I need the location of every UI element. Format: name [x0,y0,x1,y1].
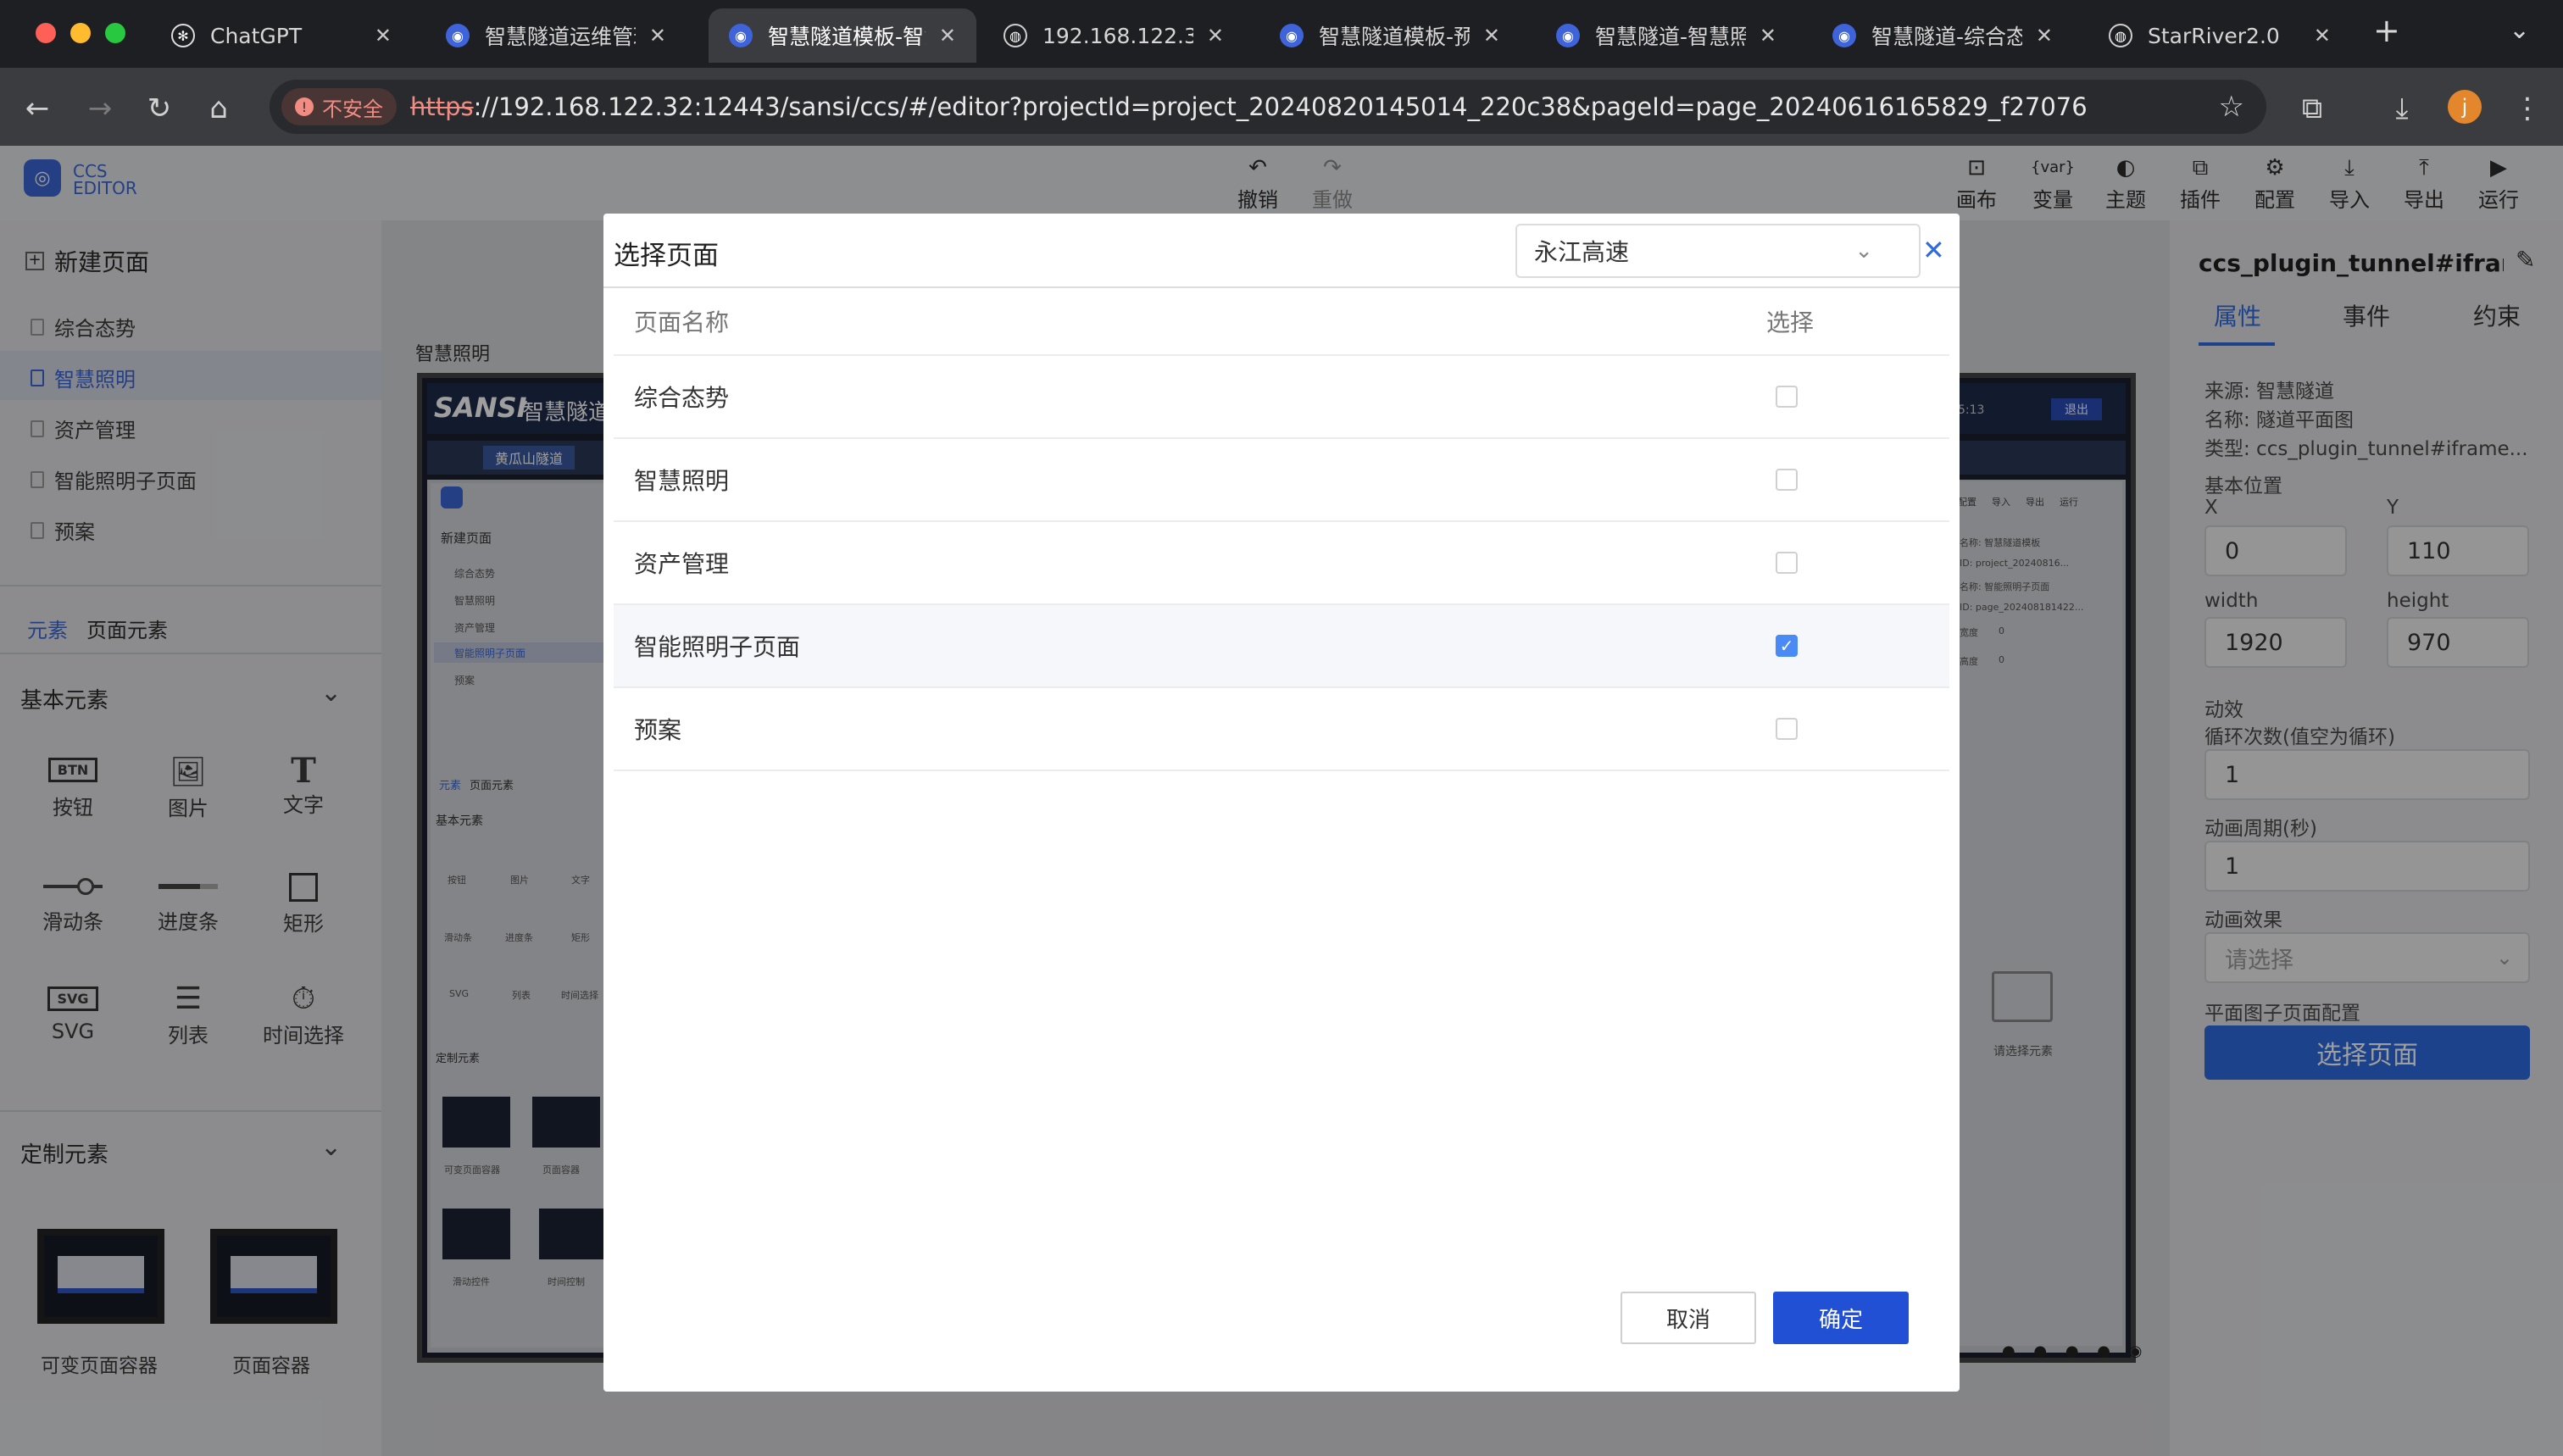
row-page-name: 智慧照明 [634,467,730,495]
tab-close-icon[interactable]: ✕ [939,24,956,47]
browser-menu-icon[interactable]: ⋮ [2509,90,2546,127]
home-icon[interactable]: ⌂ [200,90,237,127]
browser-tab-lighting[interactable]: ◉ 智慧隧道-智慧照明 ✕ [1536,8,1797,63]
app-icon: ◉ [729,24,753,47]
tab-title: 192.168.122.32 [1042,23,1193,48]
project-select[interactable]: 永江高速 ⌄ [1515,224,1921,278]
browser-tab-plan[interactable]: ◉ 智慧隧道模板-预案 ✕ [1259,8,1521,63]
dialog-title: 选择页面 [614,241,719,271]
tab-close-icon[interactable]: ✕ [375,24,392,47]
table-row-selected[interactable]: 智能照明子页面 ✓ [614,605,1949,688]
tab-close-icon[interactable]: ✕ [2036,24,2053,47]
browser-tab-chatgpt[interactable]: ✻ ChatGPT ✕ [151,8,412,63]
browser-tab-starriver[interactable]: ◍ StarRiver2.0 ✕ [2088,8,2351,63]
new-tab-button[interactable]: + [2373,12,2400,49]
table-row[interactable]: 预案 [614,688,1949,771]
confirm-button[interactable]: 确定 [1773,1292,1909,1344]
browser-tab-overview[interactable]: ◉ 智慧隧道-综合态势 ✕ [1812,8,2073,63]
chevron-down-icon: ⌄ [1854,238,1873,264]
row-checkbox[interactable] [1776,718,1798,740]
address-bar[interactable]: ! 不安全 https://192.168.122.32:12443/sansi… [270,80,2266,134]
warning-icon: ! [295,97,314,116]
tab-close-icon[interactable]: ✕ [649,24,666,47]
app-icon: ◉ [1556,24,1580,47]
openai-icon: ✻ [171,24,195,47]
row-page-name: 智能照明子页面 [634,633,801,661]
app-icon: ◉ [1280,24,1304,47]
back-arrow-icon[interactable]: ← [19,90,56,127]
row-checkbox[interactable] [1776,469,1798,491]
globe-icon: ◍ [1004,24,1027,47]
tab-close-icon[interactable]: ✕ [1760,24,1776,47]
extensions-icon[interactable]: ⧉ [2293,90,2331,127]
bookmark-star-icon[interactable]: ☆ [2219,90,2244,124]
browser-tab-ip[interactable]: ◍ 192.168.122.32 ✕ [983,8,1244,63]
maximize-window-button[interactable] [105,23,125,43]
security-label: 不安全 [322,97,383,121]
profile-avatar[interactable]: j [2448,90,2482,124]
tab-title: 智慧隧道模板-智慧 [768,25,926,49]
close-window-button[interactable] [36,23,56,43]
tab-title: ChatGPT [210,23,303,48]
tab-title: StarRiver2.0 [2148,23,2280,48]
tab-close-icon[interactable]: ✕ [2314,24,2331,47]
tab-title: 智慧隧道模板-预案 [1319,25,1470,49]
app-icon: ◉ [1832,24,1856,47]
cancel-button[interactable]: 取消 [1621,1292,1756,1344]
browser-tab-active[interactable]: ◉ 智慧隧道模板-智慧 ✕ [709,8,976,63]
row-page-name: 综合态势 [634,384,730,412]
row-page-name: 预案 [634,716,682,744]
row-checkbox-checked[interactable]: ✓ [1776,635,1798,657]
column-header-name: 页面名称 [634,308,730,336]
tab-close-icon[interactable]: ✕ [1207,24,1224,47]
row-checkbox[interactable] [1776,386,1798,408]
browser-tab-ops[interactable]: ◉ 智慧隧道运维管理 ✕ [425,8,687,63]
row-checkbox[interactable] [1776,552,1798,574]
security-chip[interactable]: ! 不安全 [281,88,397,125]
globe-icon: ◍ [2109,24,2132,47]
table-header: 页面名称 选择 [614,288,1949,356]
tab-close-icon[interactable]: ✕ [1483,24,1500,47]
table-row[interactable]: 资产管理 [614,522,1949,605]
tab-search-chevron-icon[interactable]: ⌄ [2509,15,2530,45]
url-text: ://192.168.122.32:12443/sansi/ccs/#/edit… [473,92,2088,121]
url-scheme: https [410,92,474,121]
row-page-name: 资产管理 [634,550,730,578]
column-header-select: 选择 [1766,308,1815,336]
minimize-window-button[interactable] [70,23,91,43]
close-icon[interactable]: ✕ [1922,234,1945,266]
tab-title: 智慧隧道-综合态势 [1871,25,2022,49]
download-icon[interactable]: ⤓ [2383,90,2421,127]
forward-arrow-icon[interactable]: → [81,90,119,127]
app-icon: ◉ [446,24,470,47]
reload-icon[interactable]: ↻ [141,90,178,127]
project-select-value: 永江高速 [1534,238,1630,266]
table-row[interactable]: 智慧照明 [614,439,1949,522]
table-row[interactable]: 综合态势 [614,356,1949,439]
tab-title: 智慧隧道运维管理 [485,25,636,49]
tab-title: 智慧隧道-智慧照明 [1595,25,1746,49]
